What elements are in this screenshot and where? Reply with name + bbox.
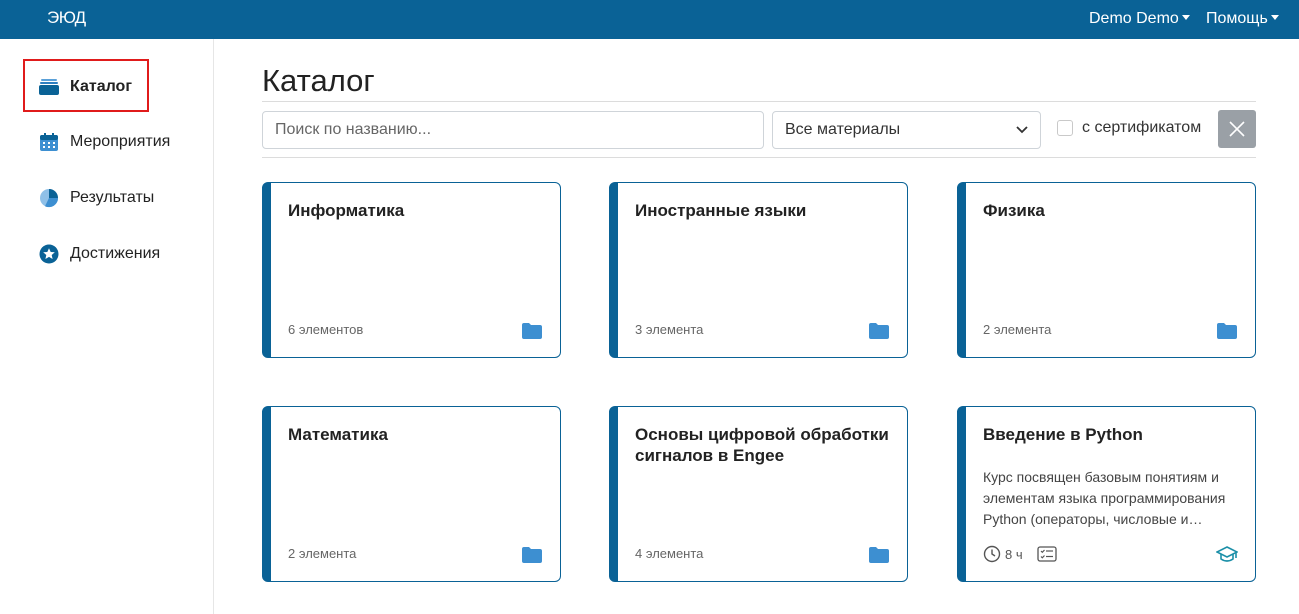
card-description: Курс посвящен базовым понятиям и элемент…	[983, 469, 1226, 527]
chevron-down-icon	[1181, 15, 1190, 21]
app-logo[interactable]: ЭЮД	[47, 8, 86, 28]
catalog-card[interactable]: Математика 2 элемента	[262, 406, 561, 582]
card-title: Введение в Python	[983, 425, 1143, 444]
catalog-card[interactable]: Физика 2 элемента	[957, 182, 1256, 358]
card-title: Физика	[983, 201, 1045, 220]
sidebar-item-label: Результаты	[70, 189, 155, 206]
clock-icon	[983, 545, 1001, 563]
card-title: Математика	[288, 425, 388, 444]
pie-chart-icon	[38, 187, 60, 209]
search-input[interactable]	[262, 111, 764, 149]
chevron-down-icon	[1016, 126, 1028, 134]
graduation-cap-icon	[1216, 546, 1238, 562]
catalog-card[interactable]: Информатика 6 элементов	[262, 182, 561, 358]
folder-icon	[522, 547, 542, 563]
catalog-icon	[38, 76, 60, 98]
card-item-count: 3 элемента	[635, 322, 704, 337]
card-item-count: 4 элемента	[635, 546, 704, 561]
help-menu[interactable]: Помощь	[1206, 10, 1279, 28]
course-duration-value: 8 ч	[1005, 546, 1023, 562]
sidebar: Каталог Мероприятия Результаты Достижени…	[0, 39, 214, 614]
sidebar-item-results[interactable]: Результаты	[38, 186, 154, 210]
star-badge-icon	[38, 243, 60, 265]
user-menu-label: Demo Demo	[1089, 10, 1179, 27]
card-title: Иностранные языки	[635, 201, 807, 220]
card-title: Основы цифровой обработки сигналов в Eng…	[635, 425, 889, 465]
certificate-label: с сертификатом	[1082, 119, 1202, 136]
page-title: Каталог	[262, 63, 375, 98]
clear-filters-button[interactable]	[1218, 110, 1256, 148]
card-item-count: 2 элемента	[983, 322, 1052, 337]
catalog-card[interactable]: Иностранные языки 3 элемента	[609, 182, 908, 358]
divider	[262, 157, 1256, 158]
card-title: Информатика	[288, 201, 405, 220]
course-tasks	[1036, 546, 1061, 562]
card-meta: 8 ч	[983, 545, 1075, 563]
sidebar-item-catalog[interactable]: Каталог	[38, 75, 132, 99]
close-icon	[1229, 121, 1245, 137]
folder-icon	[1217, 323, 1237, 339]
checklist-icon	[1036, 546, 1057, 562]
course-duration: 8 ч	[983, 545, 1023, 563]
certificate-filter[interactable]: с сертификатом	[1057, 119, 1201, 137]
certificate-checkbox[interactable]	[1057, 120, 1073, 136]
materials-select[interactable]: Все материалы	[772, 111, 1041, 149]
chevron-down-icon	[1270, 15, 1279, 21]
sidebar-item-achievements[interactable]: Достижения	[38, 242, 160, 266]
sidebar-item-label: Каталог	[70, 78, 132, 95]
sidebar-item-events[interactable]: Мероприятия	[38, 130, 170, 154]
card-item-count: 2 элемента	[288, 546, 357, 561]
help-menu-label: Помощь	[1206, 10, 1268, 27]
sidebar-item-label: Мероприятия	[70, 133, 171, 150]
folder-icon	[869, 323, 889, 339]
divider	[262, 101, 1256, 102]
sidebar-item-label: Достижения	[70, 245, 161, 262]
materials-select-value: Все материалы	[785, 121, 901, 138]
catalog-card[interactable]: Основы цифровой обработки сигналов в Eng…	[609, 406, 908, 582]
calendar-icon	[38, 131, 60, 153]
card-item-count: 6 элементов	[288, 322, 364, 337]
course-card[interactable]: Введение в Python Курс посвящен базовым …	[957, 406, 1256, 582]
user-menu[interactable]: Demo Demo	[1089, 10, 1190, 28]
folder-icon	[869, 547, 889, 563]
folder-icon	[522, 323, 542, 339]
top-bar: ЭЮД Demo Demo Помощь	[0, 0, 1299, 39]
